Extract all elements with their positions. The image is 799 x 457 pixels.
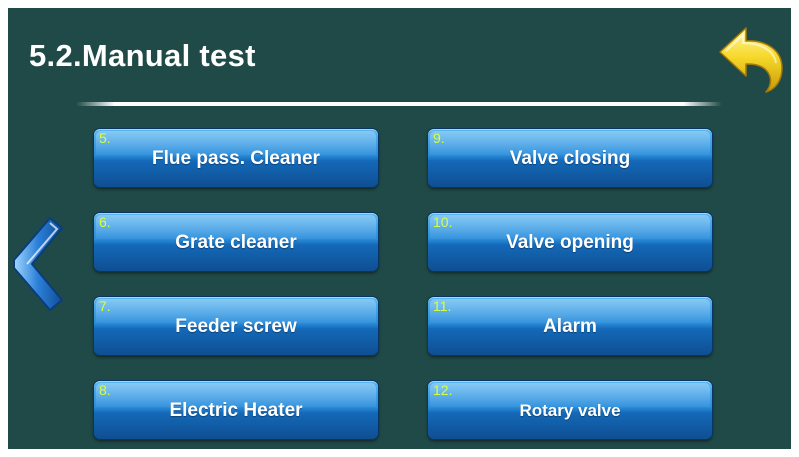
rotary-valve-button[interactable]: 12. Rotary valve xyxy=(428,381,712,439)
button-label: Alarm xyxy=(543,316,597,337)
button-number: 6. xyxy=(99,214,111,230)
button-label: Feeder screw xyxy=(175,316,297,337)
button-number: 8. xyxy=(99,382,111,398)
button-label: Electric Heater xyxy=(169,400,303,421)
button-number: 9. xyxy=(433,130,445,146)
flue-pass-cleaner-button[interactable]: 5. Flue pass. Cleaner xyxy=(94,129,378,187)
alarm-button[interactable]: 11. Alarm xyxy=(428,297,712,355)
button-number: 11. xyxy=(433,298,452,314)
back-arrow-icon xyxy=(719,27,783,93)
button-number: 10. xyxy=(433,214,453,230)
valve-opening-button[interactable]: 10. Valve opening xyxy=(428,213,712,271)
chevron-left-icon xyxy=(13,217,63,311)
title-underline xyxy=(76,102,722,106)
button-label: Flue pass. Cleaner xyxy=(152,148,320,169)
previous-page-button[interactable] xyxy=(10,214,68,314)
page-title: 5.2.Manual test xyxy=(29,38,256,73)
button-label: Valve closing xyxy=(509,148,631,169)
button-number: 12. xyxy=(433,382,453,398)
button-number: 7. xyxy=(99,298,111,314)
valve-closing-button[interactable]: 9. Valve closing xyxy=(428,129,712,187)
back-button[interactable] xyxy=(716,20,786,94)
grate-cleaner-button[interactable]: 6. Grate cleaner xyxy=(94,213,378,271)
button-label: Grate cleaner xyxy=(175,232,297,253)
button-label: Rotary valve xyxy=(519,401,621,420)
manual-test-screen: 5.2.Manual test 5. Flue pass. Cleaner 6.… xyxy=(8,8,791,449)
button-label: Valve opening xyxy=(506,232,634,253)
button-number: 5. xyxy=(99,130,111,146)
feeder-screw-button[interactable]: 7. Feeder screw xyxy=(94,297,378,355)
electric-heater-button[interactable]: 8. Electric Heater xyxy=(94,381,378,439)
